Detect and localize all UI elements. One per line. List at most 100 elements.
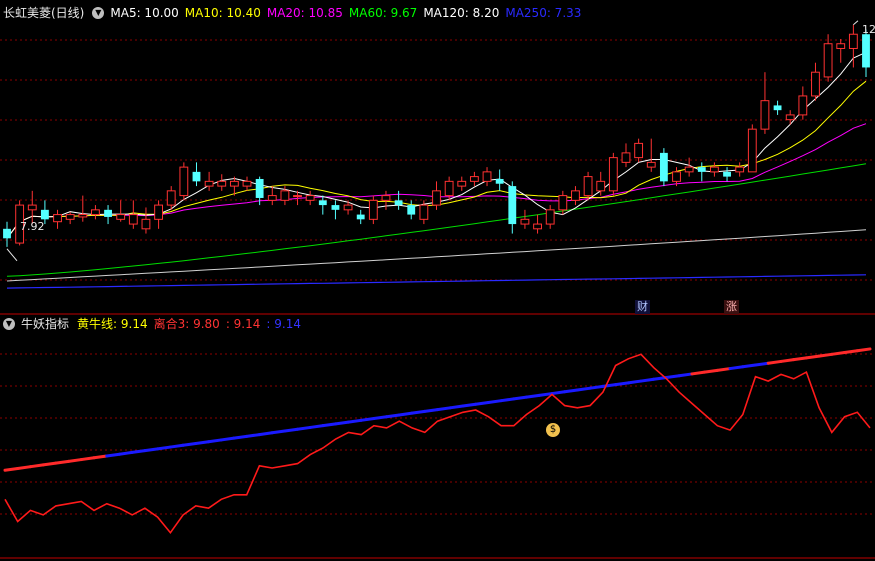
- ma5-label: MA5: 10.00: [110, 6, 179, 20]
- huangniu-line-segment: [486, 399, 503, 404]
- value-label-red: : 9.14: [225, 317, 261, 331]
- huangniu-line-segment: [130, 449, 147, 454]
- huangniu-line-segment: [690, 370, 707, 376]
- huangniu-line-segment: [626, 379, 643, 385]
- high-marker-arrow: [853, 20, 859, 26]
- ma250-label: MA250: 7.33: [505, 6, 582, 20]
- candle-body-down: [192, 171, 201, 182]
- huangniu-line-segment: [3, 466, 20, 472]
- huangniu-line-segment: [92, 454, 109, 460]
- huangniu-line-segment: [563, 388, 579, 394]
- candle-body-up: [53, 214, 62, 223]
- money-bag-icon: $: [546, 423, 560, 437]
- candle-body-down: [407, 205, 416, 215]
- candle-body-up: [747, 128, 757, 173]
- candle-body-down: [40, 209, 49, 220]
- huangniu-line-segment: [474, 400, 490, 406]
- huangniu-line-segment: [270, 429, 287, 435]
- huangniu-line-segment: [804, 354, 821, 360]
- zhang-badge[interactable]: 涨: [724, 300, 739, 314]
- candle-body-up: [848, 33, 858, 49]
- candle-body-up: [621, 152, 631, 163]
- huangniu-line-segment: [245, 433, 261, 438]
- huangniu-line-segment: [194, 440, 211, 445]
- huangniu-line-segment: [525, 393, 541, 399]
- huangniu-line-segment: [308, 424, 325, 429]
- value-label-blue: : 9.14: [266, 317, 301, 331]
- ma120-label: MA120: 8.20: [423, 6, 500, 20]
- huangniu-label: 黄牛线: 9.14: [77, 317, 148, 331]
- candle-body-up: [242, 180, 252, 187]
- candle-body-down: [723, 171, 731, 177]
- huangniu-line-segment: [346, 418, 363, 424]
- candle-body-up: [583, 176, 593, 197]
- candle-body-up: [368, 199, 378, 220]
- stock-chart[interactable]: [0, 0, 875, 561]
- huangniu-line-segment: [334, 420, 350, 426]
- ma250-line: [6, 274, 867, 289]
- huangniu-line-segment: [779, 358, 796, 363]
- huangniu-line-segment: [423, 408, 439, 413]
- ma120-line: [6, 229, 867, 282]
- candle-body-up: [520, 218, 530, 225]
- candle-body-down: [356, 214, 365, 220]
- huangniu-line-segment: [283, 427, 300, 433]
- huangniu-line-segment: [181, 442, 198, 447]
- candle-body-down: [508, 186, 517, 225]
- huangniu-line-segment: [436, 406, 452, 412]
- candle-body-down: [697, 167, 706, 172]
- ma10-label: MA10: 10.40: [184, 6, 261, 20]
- lihe3-line: [4, 353, 871, 535]
- low-price-label: 7.92: [20, 220, 45, 233]
- candle-body-up: [798, 95, 808, 116]
- huangniu-line-segment: [766, 359, 783, 365]
- candle-body-down: [104, 209, 112, 217]
- candle-body-down: [495, 178, 504, 184]
- candle-body-up: [116, 214, 126, 220]
- huangniu-line-segment: [499, 397, 516, 403]
- chevron-down-icon[interactable]: ▼: [3, 318, 15, 330]
- huangniu-line-segment: [28, 463, 45, 469]
- candle-body-down: [255, 178, 264, 198]
- stock-title: 长虹美菱(日线): [3, 6, 85, 20]
- candle-body-up: [684, 166, 694, 173]
- candle-body-up: [811, 71, 820, 97]
- huangniu-line-segment: [79, 456, 96, 462]
- candle-body-up: [672, 171, 681, 182]
- huangniu-line-segment: [855, 347, 872, 353]
- candle-body-up: [267, 195, 277, 201]
- candle-body-up: [735, 166, 745, 173]
- candle-body-up: [229, 180, 239, 187]
- candle-body-up: [444, 180, 454, 197]
- candle-body-up: [709, 166, 719, 173]
- candle-body-down: [773, 105, 782, 111]
- huangniu-line-segment: [41, 461, 58, 467]
- candle-body-up: [760, 100, 770, 130]
- candle-body-up: [457, 180, 467, 187]
- huangniu-line-segment: [105, 452, 121, 458]
- huangniu-line-segment: [741, 363, 758, 369]
- candle-body-up: [91, 209, 100, 216]
- ma20-label: MA20: 10.85: [266, 6, 343, 20]
- candle-body-up: [204, 180, 214, 187]
- huangniu-line-segment: [296, 425, 312, 431]
- huangniu-line-segment: [143, 447, 160, 453]
- huangniu-line-segment: [817, 352, 834, 358]
- huangniu-line-segment: [168, 443, 185, 449]
- candle-body-down: [3, 228, 11, 239]
- candle-body-down: [331, 205, 340, 210]
- huangniu-line-segment: [448, 404, 465, 410]
- huangniu-line-segment: [232, 434, 249, 440]
- huangniu-line-segment: [843, 349, 859, 355]
- chevron-down-icon[interactable]: ▼: [92, 7, 105, 19]
- candle-body-up: [141, 218, 151, 230]
- huangniu-line-segment: [601, 383, 618, 388]
- huangniu-line-segment: [372, 415, 389, 421]
- candle-body-up: [154, 204, 164, 220]
- cai-badge[interactable]: 财: [635, 300, 650, 314]
- huangniu-line-segment: [550, 390, 567, 396]
- candle-body-up: [217, 180, 227, 187]
- candle-body-up: [419, 204, 429, 220]
- main-header: 长虹美菱(日线) ▼ MA5: 10.00 MA10: 10.40 MA20: …: [0, 4, 587, 22]
- huangniu-line-segment: [54, 459, 71, 465]
